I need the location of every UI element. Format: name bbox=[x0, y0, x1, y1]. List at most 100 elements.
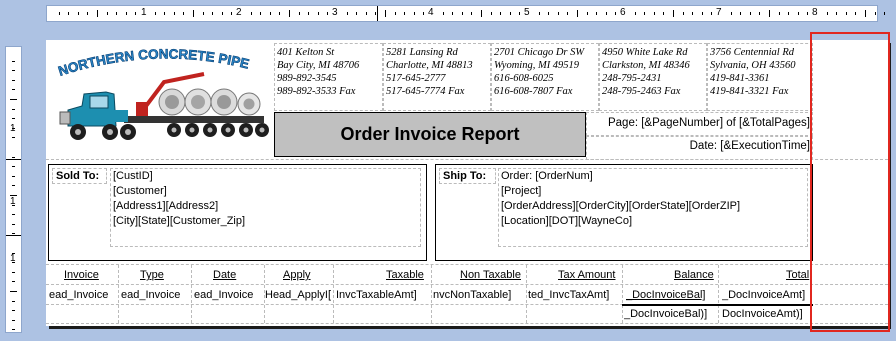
ruler-tick bbox=[481, 10, 482, 17]
column-separator bbox=[431, 265, 432, 323]
column-header-balance[interactable]: Balance bbox=[674, 269, 714, 281]
ruler-position-marker bbox=[377, 6, 378, 21]
ruler-tick bbox=[212, 12, 214, 15]
ruler-tick bbox=[519, 12, 521, 15]
ruler-tick bbox=[193, 10, 194, 17]
column-header-apply[interactable]: Apply bbox=[283, 269, 311, 281]
truck-logo-icon: NORTHERN CONCRETE PIPE bbox=[56, 46, 269, 140]
total-amount[interactable]: DocInvoiceAmt)] bbox=[722, 308, 813, 320]
table-cell[interactable]: InvcTaxableAmt] bbox=[336, 289, 430, 301]
ruler-tick bbox=[327, 12, 329, 15]
ruler-tick bbox=[759, 12, 761, 15]
band-separator bbox=[46, 264, 888, 265]
table-cell[interactable]: ead_Invoice bbox=[194, 289, 263, 301]
ruler-number: 7 bbox=[716, 7, 722, 18]
column-header-non-taxable[interactable]: Non Taxable bbox=[460, 269, 521, 281]
ruler-tick bbox=[279, 12, 281, 15]
column-header-invoice[interactable]: Invoice bbox=[64, 269, 99, 281]
table-cell[interactable]: ted_InvcTaxAmt] bbox=[528, 289, 621, 301]
column-separator bbox=[118, 265, 119, 323]
band-separator bbox=[46, 159, 888, 160]
ruler-tick bbox=[12, 223, 15, 225]
logo-text: NORTHERN CONCRETE PIPE bbox=[56, 46, 250, 78]
column-header-taxable[interactable]: Taxable bbox=[386, 269, 424, 281]
ruler-tick bbox=[346, 12, 348, 15]
ruler-tick bbox=[826, 12, 828, 15]
ruler-tick bbox=[874, 12, 876, 15]
ruler-tick bbox=[154, 12, 156, 15]
ruler-tick bbox=[12, 319, 15, 321]
ruler-tick bbox=[855, 12, 857, 15]
ruler-tick bbox=[12, 70, 15, 72]
ruler-tick bbox=[663, 12, 665, 15]
report-title[interactable]: Order Invoice Report bbox=[274, 112, 586, 157]
table-cell[interactable]: _DocInvoiceBal] bbox=[626, 289, 717, 301]
table-cell[interactable]: _DocInvoiceAmt] bbox=[722, 289, 813, 301]
ruler-tick bbox=[778, 12, 780, 15]
page-number-field: Page: [&PageNumber] of [&TotalPages] bbox=[607, 117, 810, 129]
band-separator bbox=[46, 323, 888, 324]
ruler-tick bbox=[394, 12, 396, 15]
ruler-tick bbox=[12, 310, 15, 312]
ruler-tick bbox=[500, 12, 502, 15]
vertical-ruler[interactable]: 1 1 1 bbox=[5, 46, 22, 333]
table-cell[interactable]: ead_Invoice bbox=[121, 289, 190, 301]
ruler-tick bbox=[577, 10, 578, 17]
ruler-tick bbox=[12, 262, 15, 264]
execution-time-field: Date: [&ExecutionTime] bbox=[689, 140, 810, 152]
ruler-tick bbox=[769, 10, 770, 17]
ruler-tick bbox=[865, 10, 866, 17]
selection-highlight bbox=[810, 32, 890, 332]
ruler-tick bbox=[692, 12, 694, 15]
column-separator bbox=[333, 265, 334, 323]
ruler-tick bbox=[797, 12, 799, 15]
ruler-tick bbox=[788, 12, 790, 15]
ruler-tick bbox=[125, 12, 127, 15]
ruler-tick bbox=[740, 12, 742, 15]
ruler-tick bbox=[730, 12, 732, 15]
table-cell[interactable]: Head_ApplyI[ bbox=[265, 289, 332, 301]
ruler-tick bbox=[884, 12, 886, 15]
ruler-tick bbox=[471, 12, 473, 15]
ruler-tick bbox=[836, 12, 838, 15]
ruler-tick bbox=[634, 12, 636, 15]
ruler-tick bbox=[221, 12, 223, 15]
company-logo: NORTHERN CONCRETE PIPE bbox=[54, 44, 272, 158]
ruler-tick bbox=[442, 12, 444, 15]
ruler-tick bbox=[250, 12, 252, 15]
sold-to-fields: [CustID] [Customer] [Address1][Address2] [C… bbox=[113, 170, 246, 227]
ruler-tick bbox=[12, 185, 15, 187]
ruler-tick bbox=[365, 12, 367, 15]
ruler-tick bbox=[12, 118, 15, 120]
ruler-tick bbox=[260, 12, 262, 15]
ruler-tick bbox=[231, 12, 233, 15]
ruler-tick bbox=[269, 12, 271, 15]
ruler-tick bbox=[106, 12, 108, 15]
ruler-tick bbox=[673, 10, 674, 17]
ruler-tick bbox=[68, 12, 70, 15]
column-header-total[interactable]: Total bbox=[786, 269, 809, 281]
column-separator bbox=[191, 265, 192, 323]
ruler-tick bbox=[97, 10, 98, 17]
ruler-tick bbox=[653, 12, 655, 15]
ruler-tick bbox=[164, 12, 166, 15]
ruler-number: 5 bbox=[524, 7, 530, 18]
ruler-tick bbox=[586, 12, 588, 15]
ruler-number: 6 bbox=[620, 7, 626, 18]
column-header-date[interactable]: Date bbox=[213, 269, 236, 281]
ruler-tick bbox=[807, 12, 809, 15]
ruler-tick bbox=[12, 329, 15, 331]
total-balance[interactable]: _DocInvoiceBal)] bbox=[624, 308, 717, 320]
ruler-tick bbox=[12, 271, 15, 273]
ruler-tick bbox=[12, 281, 15, 283]
horizontal-ruler[interactable]: 1 2 3 4 5 6 7 8 bbox=[46, 5, 886, 22]
ruler-tick bbox=[135, 12, 137, 15]
table-cell[interactable]: ead_Invoice bbox=[49, 289, 118, 301]
ruler-tick bbox=[12, 127, 15, 129]
column-header-type[interactable]: Type bbox=[140, 269, 164, 281]
ruler-tick bbox=[202, 12, 204, 15]
ruler-tick bbox=[538, 12, 540, 15]
ruler-tick bbox=[749, 12, 751, 15]
column-header-tax-amount[interactable]: Tax Amount bbox=[558, 269, 615, 281]
table-cell[interactable]: nvcNonTaxable] bbox=[433, 289, 525, 301]
